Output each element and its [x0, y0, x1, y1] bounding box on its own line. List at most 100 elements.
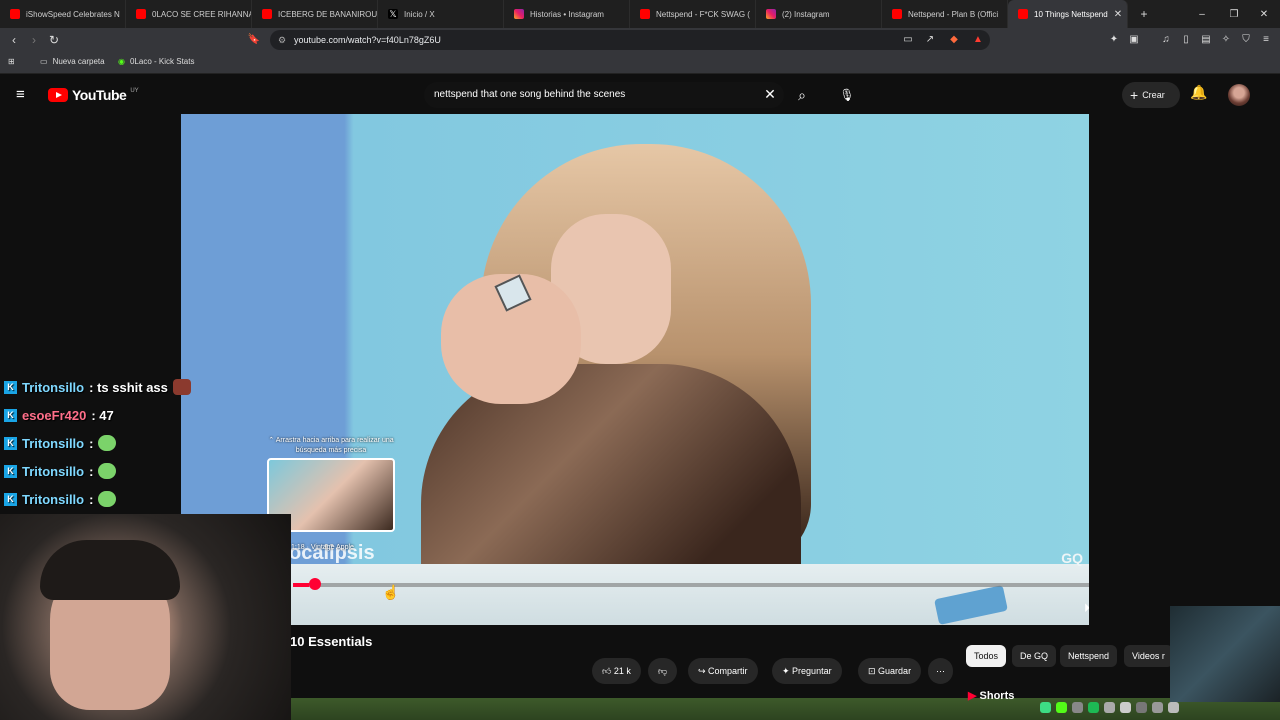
browser-tab[interactable]: (2) Instagram: [756, 0, 882, 28]
tray-app-icon[interactable]: [1056, 702, 1067, 713]
wallet-icon[interactable]: ▣: [1126, 32, 1142, 48]
tab-label: Historias • Instagram: [530, 9, 604, 19]
menu-icon[interactable]: ≡: [1258, 32, 1274, 48]
save-bookmark-icon: ⊡: [868, 666, 879, 676]
video-player[interactable]: GQ ⌃ Arrastra hacia arriba para realizar…: [181, 114, 1089, 625]
browser-tab[interactable]: 0LACO SE CREE RIHANNA: [126, 0, 252, 28]
extensions-icon[interactable]: ✦: [1106, 32, 1122, 48]
search-input[interactable]: nettspend that one song behind the scene…: [424, 82, 784, 108]
rewards-icon[interactable]: ▲: [970, 32, 986, 48]
browser-tab[interactable]: Historias • Instagram: [504, 0, 630, 28]
youtube-icon: [10, 9, 20, 19]
close-window-button[interactable]: ✕: [1248, 0, 1280, 28]
youtube-logo[interactable]: YouTube UY: [48, 87, 139, 103]
url-field[interactable]: ⚙ youtube.com/watch?v=f40Ln78gZ6U: [270, 30, 990, 50]
tray-app-icon[interactable]: [1152, 702, 1163, 713]
chip-from-gq[interactable]: De GQ: [1012, 645, 1057, 667]
reload-icon[interactable]: ↻: [46, 32, 62, 48]
bookmark-folder[interactable]: ▭ Nueva carpeta: [40, 57, 105, 66]
chat-message: K Tritonsillo:: [4, 489, 117, 509]
tray-app-icon[interactable]: [1168, 702, 1179, 713]
tab-label: 10 Things Nettspend: [1034, 9, 1108, 19]
notifications-bell-icon[interactable]: 🔔: [1190, 84, 1207, 101]
more-actions-button[interactable]: ⋯: [928, 658, 953, 684]
save-button[interactable]: ⊡ Guardar: [858, 658, 922, 684]
maximize-button[interactable]: ❐: [1218, 0, 1250, 28]
kick-badge-icon: K: [4, 408, 17, 422]
new-tab-button[interactable]: +: [1134, 7, 1154, 21]
minimize-button[interactable]: –: [1186, 0, 1218, 28]
vpn-icon[interactable]: ⛉: [1238, 32, 1254, 48]
chip-videos[interactable]: Videos r: [1124, 645, 1173, 667]
create-button[interactable]: + Crear: [1122, 82, 1180, 108]
emote-icon: [172, 379, 191, 395]
browser-tab[interactable]: Nettspend - Plan B (Offici: [882, 0, 1008, 28]
share-arrow-icon: ↪: [698, 666, 709, 676]
search-icon[interactable]: ⌕: [790, 83, 814, 107]
tray-app-icon[interactable]: [1120, 702, 1131, 713]
chat-message: K Tritonsillo: ts sshit ass: [4, 377, 191, 397]
youtube-header: ≡ YouTube UY nettspend that one song beh…: [0, 74, 1280, 114]
bookmarks-bar: ⊞ ▭ Nueva carpeta ◉ 0Laco - Kick Stats: [0, 52, 1280, 74]
clear-search-icon[interactable]: ✕: [762, 86, 778, 102]
shorts-icon: ▶: [968, 690, 980, 702]
bookmark-icon[interactable]: 🔖: [246, 32, 262, 48]
browser-tab[interactable]: iShowSpeed Celebrates N: [0, 0, 126, 28]
like-button[interactable]: 👍︎ 21 k: [592, 658, 641, 684]
tray-app-icon[interactable]: [1104, 702, 1115, 713]
thumbs-up-icon: 👍︎: [602, 666, 614, 676]
scrubber-handle[interactable]: [309, 578, 321, 590]
gq-watermark: GQ: [1061, 550, 1083, 566]
browser-tab[interactable]: ICEBERG DE BANANIROU: [252, 0, 378, 28]
youtube-play-icon: [48, 88, 68, 102]
share-button[interactable]: ↪ Compartir: [688, 658, 758, 684]
chip-all[interactable]: Todos: [966, 645, 1007, 667]
back-icon[interactable]: ‹: [6, 32, 22, 48]
share-icon[interactable]: ↗: [922, 32, 938, 48]
tab-label: iShowSpeed Celebrates N: [26, 9, 120, 19]
kick-badge-icon: K: [4, 380, 17, 394]
apps-icon[interactable]: ⊞: [8, 57, 15, 66]
tray-icons: [1040, 702, 1179, 713]
youtube-icon: [1018, 9, 1028, 19]
kick-badge-icon: K: [4, 492, 17, 506]
mic-icon[interactable]: 🎙: [834, 82, 860, 108]
game-overlay: [1170, 606, 1280, 702]
instagram-icon: [514, 9, 524, 19]
progress-fill: [293, 583, 309, 587]
close-tab-icon[interactable]: ✕: [1114, 9, 1122, 20]
leo-icon[interactable]: ✧: [1218, 32, 1234, 48]
ask-button[interactable]: ✦ Preguntar: [772, 658, 842, 684]
browser-tab-active[interactable]: 10 Things Nettspend ✕: [1008, 0, 1128, 28]
youtube-icon: [136, 9, 146, 19]
emote-icon: [98, 491, 117, 507]
tray-app-icon[interactable]: [1040, 702, 1051, 713]
bookmark-kick-stats[interactable]: ◉ 0Laco - Kick Stats: [118, 57, 194, 66]
wallet2-icon[interactable]: ▤: [1198, 32, 1214, 48]
avatar[interactable]: [1228, 84, 1250, 106]
youtube-icon: [892, 9, 902, 19]
folder-icon: ▭: [40, 57, 48, 66]
hamburger-menu-icon[interactable]: ≡: [16, 86, 25, 103]
tray-app-icon[interactable]: [1072, 702, 1083, 713]
sidebar-icon[interactable]: ▯: [1178, 32, 1194, 48]
tab-label: ICEBERG DE BANANIROU: [278, 9, 378, 19]
instagram-icon: [766, 9, 776, 19]
brave-shield-icon[interactable]: ◆: [946, 32, 962, 48]
dislike-button[interactable]: 👎︎: [648, 658, 678, 684]
emote-icon: [98, 463, 117, 479]
tab-label: Nettspend - Plan B (Offici: [908, 9, 999, 19]
site-info-icon[interactable]: ⚙: [278, 30, 286, 50]
media-icon[interactable]: ♫: [1158, 32, 1174, 48]
tray-app-icon[interactable]: [1136, 702, 1147, 713]
browser-tab[interactable]: 𝕏 Inicio / X: [378, 0, 504, 28]
progress-bar[interactable]: [293, 583, 1089, 587]
browser-tab[interactable]: Nettspend - F*CK SWAG (: [630, 0, 756, 28]
kick-badge-icon: K: [4, 436, 17, 450]
chat-message: K Tritonsillo:: [4, 433, 117, 453]
tray-app-icon[interactable]: [1088, 702, 1099, 713]
autoplay-toggle-icon[interactable]: ⏵: [1077, 598, 1089, 618]
forward-icon[interactable]: ›: [26, 32, 42, 48]
chip-nettspend[interactable]: Nettspend: [1060, 645, 1118, 667]
cast-icon[interactable]: ▭: [900, 32, 916, 48]
